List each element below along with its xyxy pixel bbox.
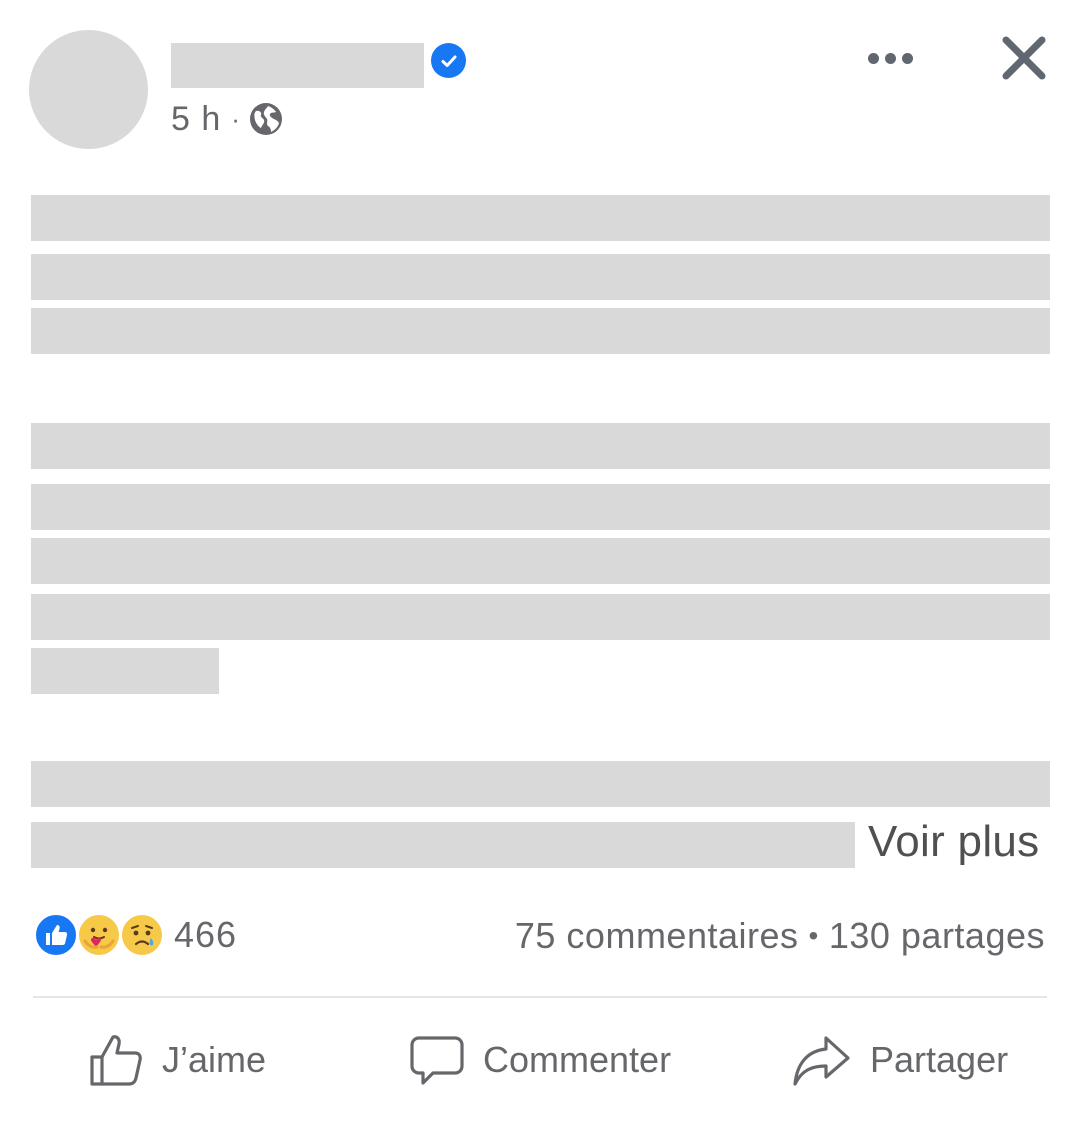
engagement-stats: 75 commentaires • 130 partages: [515, 913, 1045, 959]
post-text-redacted: [31, 594, 1050, 640]
post-timestamp[interactable]: 5 h: [171, 100, 221, 139]
share-button[interactable]: Partager: [792, 1028, 1008, 1092]
post-card: 5 h · Voir plus 466 75 commentaires • 13…: [0, 0, 1080, 1122]
like-reaction-icon: [33, 912, 79, 958]
post-text-redacted: [31, 308, 1050, 354]
sad-reaction-icon: [119, 912, 165, 958]
avatar[interactable]: [29, 30, 148, 149]
globe-icon[interactable]: [249, 102, 283, 136]
care-reaction-icon: [76, 912, 122, 958]
post-text-redacted: [31, 648, 219, 694]
post-text-redacted: [31, 254, 1050, 300]
post-meta: 5 h ·: [171, 99, 283, 139]
share-label: Partager: [870, 1039, 1009, 1080]
close-icon: [1002, 36, 1046, 80]
post-text-redacted: [31, 484, 1050, 530]
reaction-count[interactable]: 466: [174, 914, 237, 956]
meta-separator: ·: [231, 103, 241, 134]
comments-count[interactable]: 75 commentaires: [515, 915, 799, 957]
post-text-redacted: [31, 761, 1050, 807]
like-button[interactable]: J’aime: [88, 1028, 266, 1092]
comment-button[interactable]: Commenter: [409, 1028, 671, 1092]
share-arrow-icon: [793, 1036, 850, 1086]
divider: [33, 996, 1047, 998]
more-horizontal-icon: [867, 52, 879, 64]
see-more-link[interactable]: Voir plus: [868, 817, 1039, 867]
post-text-redacted: [31, 538, 1050, 584]
post-text-redacted: [31, 423, 1050, 469]
verified-badge-icon: [431, 43, 466, 78]
reactions-summary[interactable]: 466: [33, 911, 237, 959]
like-label: J’aime: [162, 1039, 267, 1080]
author-name-redacted[interactable]: [171, 43, 424, 88]
close-button[interactable]: [996, 30, 1052, 86]
shares-count[interactable]: 130 partages: [829, 915, 1045, 957]
comment-bubble-icon: [410, 1036, 464, 1085]
more-options-button[interactable]: [862, 38, 918, 78]
comment-label: Commenter: [483, 1039, 672, 1080]
thumbs-up-icon: [90, 1035, 142, 1086]
post-text-redacted: [31, 822, 855, 868]
stats-separator: •: [808, 920, 819, 951]
post-text-redacted: [31, 195, 1050, 241]
